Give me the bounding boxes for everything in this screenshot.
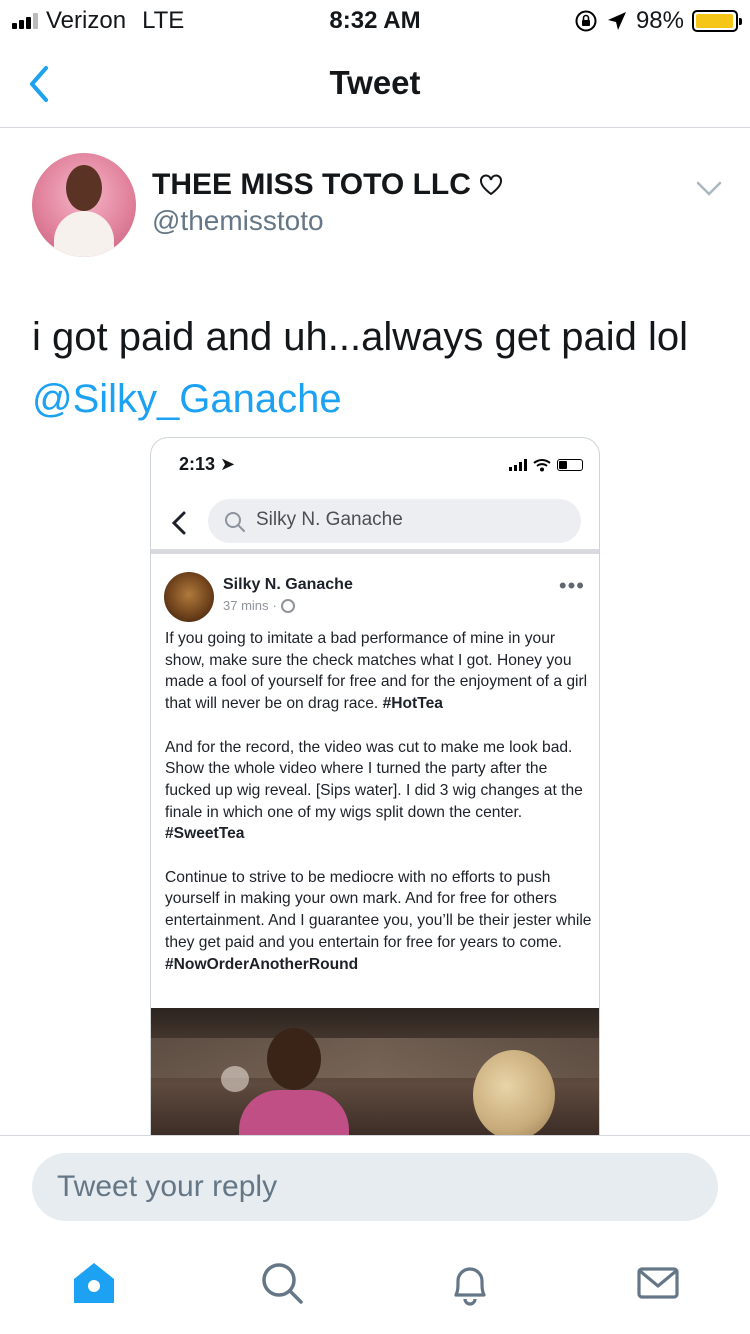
search-icon[interactable] (258, 1259, 306, 1307)
post-paragraph-1: If you going to imitate a bad performanc… (165, 630, 588, 713)
embedded-search-bar: Silky N. Ganache (208, 499, 581, 543)
notifications-icon[interactable] (446, 1259, 494, 1307)
tweet-media-screenshot[interactable]: 2:13 ➤ Silky N. Ganache Silky N. Ganache… (150, 437, 600, 1135)
embedded-post-body: If you going to imitate a bad performanc… (165, 628, 593, 997)
rotation-lock-icon (575, 10, 597, 32)
post-paragraph-2: And for the record, the video was cut to… (165, 738, 583, 843)
search-icon (225, 512, 245, 532)
hashtag-sweettea: #SweetTea (165, 825, 245, 843)
embedded-battery-icon (557, 459, 583, 471)
author-display-name[interactable]: THEE MISS TOTO LLC (152, 168, 503, 202)
embedded-status-icons (509, 458, 583, 472)
author-name-text: THEE MISS TOTO LLC (152, 168, 471, 201)
embedded-signal-icon (509, 459, 527, 471)
author-handle[interactable]: @themisstoto (152, 205, 324, 237)
home-icon[interactable] (70, 1259, 118, 1307)
battery-percent: 98% (635, 7, 684, 34)
tweet-body: i got paid and uh...always get paid lol (32, 315, 688, 359)
mention-link[interactable]: @Silky_Ganache (32, 368, 732, 430)
page-title: Tweet (329, 64, 421, 101)
globe-icon (280, 598, 295, 613)
embedded-post-avatar (164, 572, 214, 622)
wifi-icon (533, 459, 551, 472)
hashtag-noworderanotherround: #NowOrderAnotherRound (165, 955, 359, 973)
tab-bar (0, 1245, 750, 1325)
heart-outline-icon (479, 174, 502, 196)
embedded-post-author: Silky N. Ganache (223, 576, 353, 593)
embedded-post-photo (151, 1008, 599, 1135)
embedded-status-bar: 2:13 ➤ (151, 438, 599, 492)
chevron-down-icon[interactable] (694, 178, 724, 200)
embedded-time: 2:13 ➤ (179, 454, 236, 474)
tweet-text: i got paid and uh...always get paid lol … (32, 306, 732, 430)
battery-icon (692, 10, 742, 32)
navigation-bar: Tweet (0, 40, 750, 128)
more-options-icon: ••• (558, 573, 585, 598)
hashtag-hottea: #HotTea (382, 695, 443, 713)
embedded-search-row: Silky N. Ganache (151, 492, 599, 554)
status-right: 98% (574, 7, 742, 35)
avatar[interactable] (32, 153, 136, 257)
embedded-back-icon (171, 511, 186, 535)
status-bar: Verizon LTE 8:32 AM 98% (0, 0, 750, 40)
embedded-post-meta: 37 mins · (223, 598, 295, 613)
embedded-search-query: Silky N. Ganache (256, 509, 403, 530)
location-arrow-icon (607, 12, 626, 30)
meta-separator: · (272, 598, 277, 613)
messages-icon[interactable] (634, 1259, 682, 1307)
embedded-post-timestamp: 37 mins (223, 598, 269, 613)
post-paragraph-3: Continue to strive to be mediocre with n… (165, 868, 592, 973)
reply-input[interactable] (32, 1153, 718, 1221)
